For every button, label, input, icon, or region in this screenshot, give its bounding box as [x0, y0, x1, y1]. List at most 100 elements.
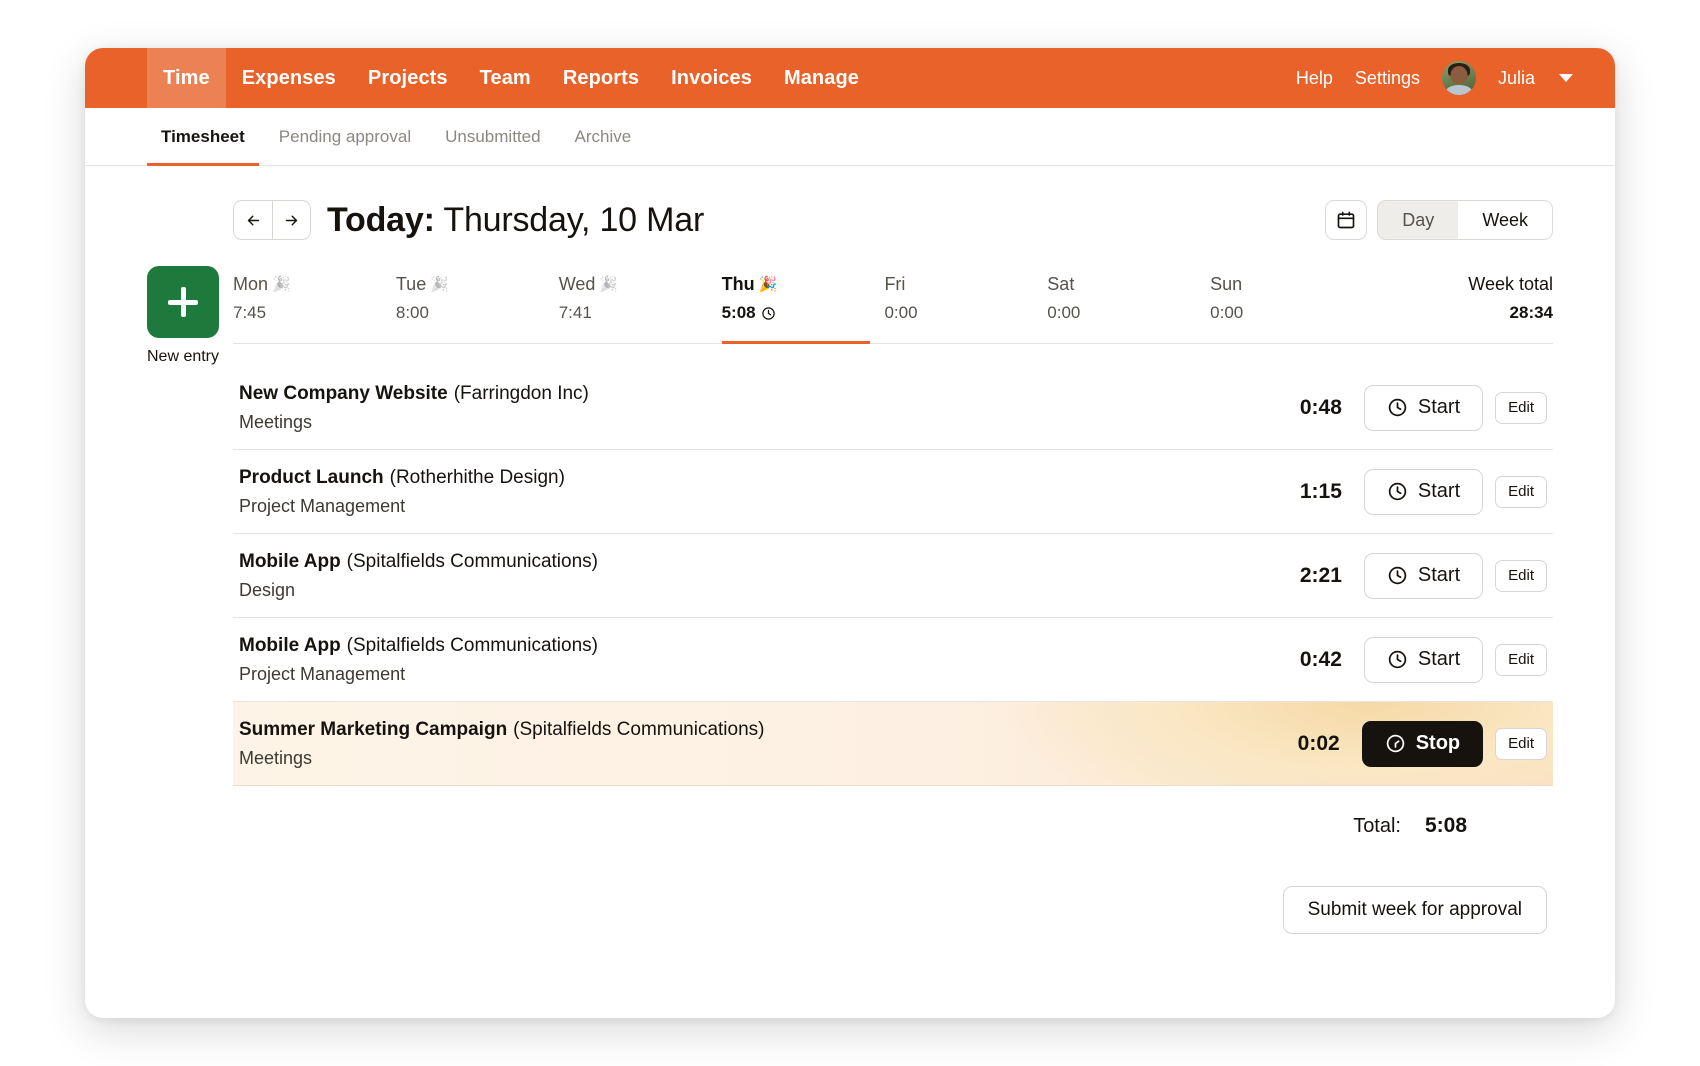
- week-day-total: 7:41: [559, 303, 722, 323]
- week-day-name: Mon 🎉: [233, 274, 396, 295]
- time-entry-project: Mobile App: [239, 551, 341, 572]
- start-timer-button[interactable]: Start: [1364, 469, 1483, 515]
- time-entry-title: Summer Marketing Campaign (Spitalfields C…: [239, 719, 1298, 741]
- page-title: Today: Thursday, 10 Mar: [327, 201, 704, 240]
- submit-week-button[interactable]: Submit week for approval: [1283, 886, 1547, 934]
- timer-button-label: Start: [1418, 396, 1460, 419]
- week-day-thu[interactable]: Thu 🎉5:08: [722, 274, 885, 333]
- nav-item-team[interactable]: Team: [464, 48, 547, 108]
- edit-entry-button[interactable]: Edit: [1495, 560, 1547, 592]
- party-popper-icon: 🎉: [272, 277, 291, 292]
- time-entry-client: (Rotherhithe Design): [390, 467, 565, 488]
- new-entry-label: New entry: [147, 348, 219, 366]
- time-entry-row[interactable]: Summer Marketing Campaign (Spitalfields C…: [233, 702, 1553, 786]
- edit-entry-button[interactable]: Edit: [1495, 392, 1547, 424]
- week-day-total-text: 7:45: [233, 303, 266, 323]
- avatar[interactable]: [1442, 61, 1476, 95]
- nav-item-time[interactable]: Time: [147, 48, 226, 108]
- time-entry-row[interactable]: Product Launch(Rotherhithe Design)Projec…: [233, 450, 1553, 534]
- party-popper-icon: 🎉: [430, 277, 449, 292]
- time-entry-list: New Company Website(Farringdon Inc)Meeti…: [147, 366, 1553, 786]
- user-name-label: Julia: [1498, 68, 1535, 89]
- nav-item-manage[interactable]: Manage: [768, 48, 875, 108]
- week-day-name-text: Mon: [233, 274, 268, 295]
- time-entry-task: Project Management: [239, 664, 1300, 685]
- week-day-total: 5:08: [722, 303, 885, 323]
- tab-pending-approval[interactable]: Pending approval: [265, 108, 425, 165]
- nav-right-controls: Help Settings Julia: [1296, 48, 1573, 108]
- time-entry-duration: 0:48: [1300, 396, 1342, 420]
- tab-timesheet[interactable]: Timesheet: [147, 108, 259, 165]
- week-day-sun[interactable]: Sun0:00: [1210, 274, 1373, 333]
- calendar-picker-button[interactable]: [1325, 200, 1367, 240]
- week-day-total: 0:00: [884, 303, 1047, 323]
- week-day-name: Wed🎉: [559, 274, 722, 295]
- clock-icon: [1387, 649, 1408, 670]
- week-day-name: Sun: [1210, 274, 1373, 295]
- week-day-total-text: 0:00: [884, 303, 917, 323]
- time-entry-client: (Spitalfields Communications): [347, 551, 598, 572]
- settings-link[interactable]: Settings: [1355, 68, 1420, 89]
- week-day-name-text: Tue: [396, 274, 426, 295]
- avatar-body: [1446, 85, 1472, 95]
- date-title-prefix: Today:: [327, 201, 435, 239]
- edit-entry-button[interactable]: Edit: [1495, 644, 1547, 676]
- time-entry-row[interactable]: Mobile App(Spitalfields Communications)D…: [233, 534, 1553, 618]
- edit-entry-button[interactable]: Edit: [1495, 728, 1547, 760]
- edit-entry-button[interactable]: Edit: [1495, 476, 1547, 508]
- help-link[interactable]: Help: [1296, 68, 1333, 89]
- start-timer-button[interactable]: Start: [1364, 385, 1483, 431]
- week-day-name-text: Thu: [722, 274, 755, 295]
- clock-icon: [761, 306, 776, 321]
- week-day-wed[interactable]: Wed🎉 7:41: [559, 274, 722, 333]
- totals-section: Total: 5:08 Submit week for approval: [147, 786, 1553, 934]
- next-day-button[interactable]: [272, 201, 310, 239]
- week-day-mon[interactable]: Mon 🎉 7:45: [233, 274, 396, 333]
- time-entry-client: (Farringdon Inc): [454, 383, 589, 404]
- week-day-fri[interactable]: Fri0:00: [884, 274, 1047, 333]
- time-entry-duration: 0:42: [1300, 648, 1342, 672]
- start-timer-button[interactable]: Start: [1364, 553, 1483, 599]
- timer-button-label: Stop: [1416, 732, 1460, 755]
- top-navigation-bar: TimeExpensesProjectsTeamReportsInvoicesM…: [85, 48, 1615, 108]
- start-timer-button[interactable]: Start: [1364, 637, 1483, 683]
- nav-item-invoices[interactable]: Invoices: [655, 48, 768, 108]
- time-entry-project: Summer Marketing Campaign: [239, 719, 507, 740]
- time-entry-duration: 0:02: [1298, 732, 1340, 756]
- previous-day-button[interactable]: [234, 201, 272, 239]
- week-day-total: 8:00: [396, 303, 559, 323]
- time-entry-client: (Spitalfields Communications): [513, 719, 764, 740]
- party-popper-icon: 🎉: [759, 277, 778, 292]
- nav-item-reports[interactable]: Reports: [547, 48, 655, 108]
- view-day-button[interactable]: Day: [1378, 201, 1458, 239]
- week-day-total-text: 5:08: [722, 303, 756, 323]
- stop-timer-button[interactable]: Stop: [1362, 721, 1483, 767]
- week-day-total-text: 0:00: [1047, 303, 1080, 323]
- week-day-name: Thu 🎉: [722, 274, 885, 295]
- week-day-tue[interactable]: Tue 🎉 8:00: [396, 274, 559, 333]
- nav-item-projects[interactable]: Projects: [352, 48, 464, 108]
- time-entry-title: Mobile App (Spitalfields Communications): [239, 551, 1300, 573]
- week-total: Week total28:34: [1373, 274, 1553, 333]
- main-content: Today: Thursday, 10 Mar Day Week: [85, 166, 1615, 1018]
- chevron-down-icon[interactable]: [1559, 74, 1573, 82]
- time-entry-project: New Company Website: [239, 383, 448, 404]
- timer-button-label: Start: [1418, 648, 1460, 671]
- total-value: 5:08: [1425, 814, 1547, 838]
- clock-icon: [1387, 481, 1408, 502]
- section-tabs: TimesheetPending approvalUnsubmittedArch…: [85, 108, 1615, 166]
- week-day-name: Sat: [1047, 274, 1210, 295]
- tab-unsubmitted[interactable]: Unsubmitted: [431, 108, 554, 165]
- week-day-sat[interactable]: Sat 0:00: [1047, 274, 1210, 333]
- view-week-button[interactable]: Week: [1458, 201, 1552, 239]
- time-entry-row[interactable]: New Company Website(Farringdon Inc)Meeti…: [233, 366, 1553, 450]
- time-entry-duration: 1:15: [1300, 480, 1342, 504]
- screen: TimeExpensesProjectsTeamReportsInvoicesM…: [0, 0, 1700, 1066]
- week-day-columns: Mon🎉7:45Tue🎉8:00Wed🎉7:41Thu🎉5:08Fri0:00S…: [233, 266, 1553, 344]
- nav-item-expenses[interactable]: Expenses: [226, 48, 352, 108]
- time-entry-row[interactable]: Mobile App(Spitalfields Communications)P…: [233, 618, 1553, 702]
- view-controls: Day Week: [1325, 200, 1553, 240]
- new-entry-button[interactable]: [147, 266, 219, 338]
- tab-archive[interactable]: Archive: [561, 108, 646, 165]
- time-entry-info: Mobile App(Spitalfields Communications)P…: [239, 635, 1300, 685]
